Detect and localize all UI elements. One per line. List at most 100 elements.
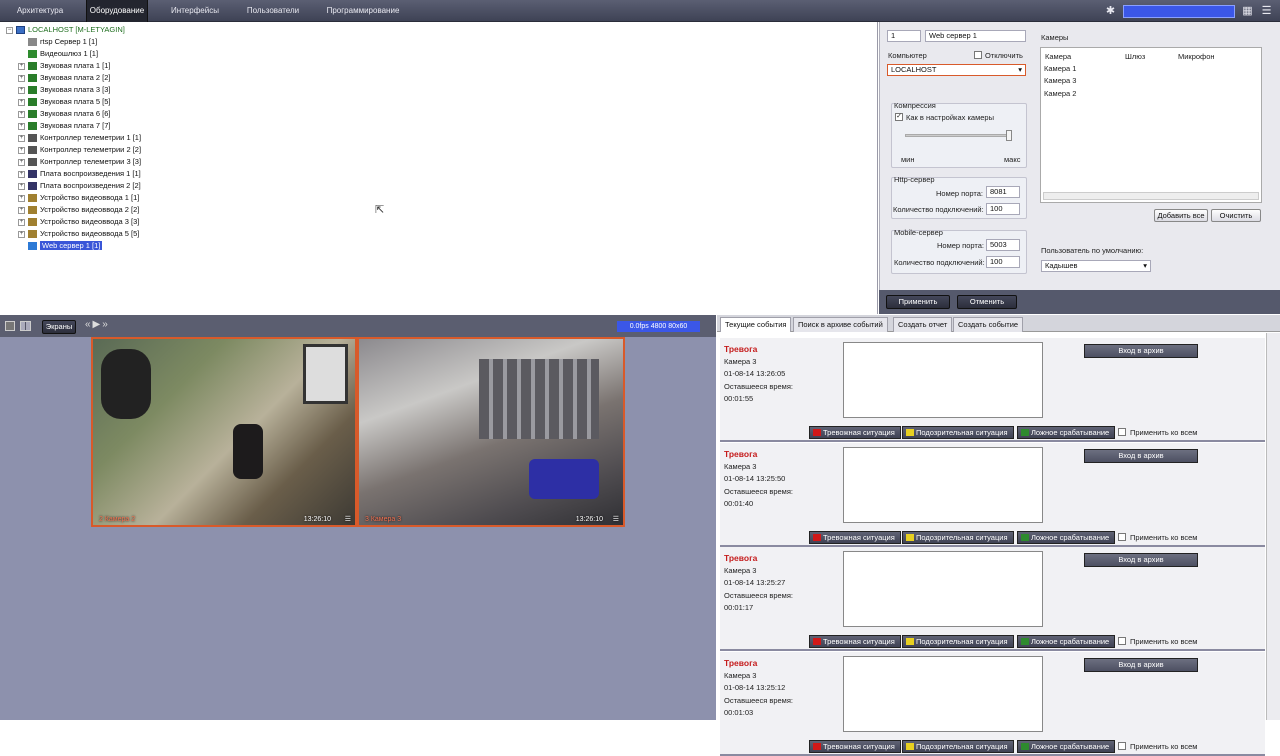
- menu-programming[interactable]: Программирование: [320, 0, 406, 22]
- http-conn-input[interactable]: 100: [986, 203, 1020, 215]
- suspicious-button[interactable]: Подозрительная ситуация: [902, 426, 1014, 439]
- menu-interfaces[interactable]: Интерфейсы: [164, 0, 226, 22]
- id-field[interactable]: 1: [887, 30, 921, 42]
- event-snapshot[interactable]: [843, 655, 1043, 732]
- grid-view-icon[interactable]: [20, 321, 31, 331]
- disable-checkbox[interactable]: [974, 51, 982, 59]
- suspicious-button[interactable]: Подозрительная ситуация: [902, 739, 1014, 753]
- search-input[interactable]: [1123, 5, 1235, 18]
- tree-item[interactable]: +Видеошлюз 1 [1]: [18, 48, 98, 60]
- gear-icon[interactable]: ✱: [1103, 4, 1118, 19]
- tree-item[interactable]: + Плата воспроизведения 2 [2]: [18, 180, 141, 192]
- list-item[interactable]: Камера 3: [1044, 76, 1076, 85]
- default-user-select[interactable]: Кадышев ▾: [1041, 260, 1151, 272]
- compression-slider[interactable]: [905, 134, 1011, 137]
- tree-item[interactable]: + Звуковая плата 5 [5]: [18, 96, 111, 108]
- menu-icon[interactable]: ☰: [345, 515, 351, 523]
- alarm-button[interactable]: Тревожная ситуация: [809, 426, 901, 439]
- add-all-button[interactable]: Добавить все: [1154, 209, 1208, 222]
- apply-button[interactable]: Применить: [886, 295, 950, 309]
- suspicious-button[interactable]: Подозрительная ситуация: [902, 530, 1014, 544]
- false-alarm-button[interactable]: Ложное срабатывание: [1017, 739, 1115, 753]
- tree-item[interactable]: + Звуковая плата 7 [7]: [18, 120, 111, 132]
- expand-icon[interactable]: +: [18, 86, 25, 94]
- event-snapshot[interactable]: [843, 446, 1043, 523]
- tree-item[interactable]: + Звуковая плата 1 [1]: [18, 60, 111, 72]
- archive-button[interactable]: Вход в архив: [1084, 553, 1198, 567]
- mobile-conn-input[interactable]: 100: [986, 256, 1020, 268]
- cancel-button[interactable]: Отменить: [957, 295, 1017, 309]
- tab-create-report[interactable]: Создать отчет: [893, 317, 953, 332]
- tree-item[interactable]: +rtsp Сервер 1 [1]: [18, 36, 97, 48]
- archive-button[interactable]: Вход в архив: [1084, 448, 1198, 463]
- false-alarm-button[interactable]: Ложное срабатывание: [1017, 530, 1115, 544]
- as-camera-checkbox[interactable]: ✓: [895, 113, 903, 121]
- playback-controls[interactable]: «▶»: [85, 319, 110, 330]
- apply-all-checkbox[interactable]: [1118, 428, 1126, 436]
- expand-icon[interactable]: +: [18, 146, 25, 154]
- expand-icon[interactable]: +: [18, 182, 25, 190]
- suspicious-button[interactable]: Подозрительная ситуация: [902, 635, 1014, 648]
- menu-icon[interactable]: ☰: [613, 515, 619, 523]
- tree-item[interactable]: + Устройство видеоввода 3 [3]: [18, 216, 139, 228]
- expand-icon[interactable]: +: [18, 230, 25, 238]
- tree-item[interactable]: + Устройство видеоввода 2 [2]: [18, 204, 139, 216]
- tree-item[interactable]: + Контроллер телеметрии 3 [3]: [18, 156, 141, 168]
- event-snapshot[interactable]: [843, 342, 1043, 418]
- menu-equipment[interactable]: Оборудование: [86, 0, 148, 22]
- expand-icon[interactable]: +: [18, 218, 25, 226]
- tree-item[interactable]: + Звуковая плата 2 [2]: [18, 72, 111, 84]
- grid-icon[interactable]: ▦: [1240, 4, 1255, 19]
- apply-all-checkbox[interactable]: [1118, 532, 1126, 541]
- menu-users[interactable]: Пользователи: [240, 0, 306, 22]
- tree-item[interactable]: + Устройство видеоввода 5 [5]: [18, 228, 139, 240]
- apply-all-checkbox[interactable]: [1118, 741, 1126, 750]
- tree-item[interactable]: +Web сервер 1 [1]: [18, 240, 103, 252]
- tab-current-events[interactable]: Текущие события: [720, 317, 792, 332]
- expand-icon[interactable]: +: [18, 194, 25, 202]
- expand-icon[interactable]: +: [18, 134, 25, 142]
- false-alarm-button[interactable]: Ложное срабатывание: [1017, 635, 1115, 648]
- tab-create-event[interactable]: Создать событие: [953, 317, 1024, 332]
- alarm-button[interactable]: Тревожная ситуация: [809, 635, 901, 648]
- single-view-icon[interactable]: [5, 321, 15, 331]
- archive-button[interactable]: Вход в архив: [1084, 344, 1198, 358]
- tree-root[interactable]: − LOCALHOST [M-LETYAGIN]: [6, 24, 125, 36]
- event-snapshot[interactable]: [843, 551, 1043, 627]
- name-field[interactable]: Web сервер 1: [925, 30, 1026, 42]
- clear-button[interactable]: Очистить: [1211, 209, 1261, 222]
- slider-handle[interactable]: [1006, 130, 1012, 141]
- tree-item[interactable]: + Контроллер телеметрии 2 [2]: [18, 144, 141, 156]
- tree-item[interactable]: + Устройство видеоввода 1 [1]: [18, 192, 139, 204]
- expand-icon[interactable]: +: [18, 206, 25, 214]
- screens-button[interactable]: Экраны: [42, 320, 76, 334]
- menu-icon[interactable]: ☰: [1259, 4, 1274, 19]
- computer-select[interactable]: LOCALHOST ▾: [887, 64, 1026, 76]
- menu-architecture[interactable]: Архитектура: [8, 0, 72, 22]
- tab-archive-search[interactable]: Поиск в архиве событий: [793, 317, 888, 332]
- tree-item[interactable]: + Контроллер телеметрии 1 [1]: [18, 132, 141, 144]
- alarm-button[interactable]: Тревожная ситуация: [809, 739, 901, 753]
- camera-view-3[interactable]: 3 Камера 3 13:26:10 ☰: [357, 337, 625, 527]
- list-item[interactable]: Камера 2: [1044, 89, 1076, 98]
- false-alarm-button[interactable]: Ложное срабатывание: [1017, 426, 1115, 439]
- expand-icon[interactable]: +: [18, 110, 25, 118]
- mobile-port-input[interactable]: 5003: [986, 239, 1020, 251]
- alarm-button[interactable]: Тревожная ситуация: [809, 530, 901, 544]
- expand-icon[interactable]: +: [18, 74, 25, 82]
- vertical-scrollbar[interactable]: [1266, 333, 1280, 720]
- http-port-input[interactable]: 8081: [986, 186, 1020, 198]
- list-item[interactable]: Камера 1: [1044, 64, 1076, 73]
- cameras-list[interactable]: Камера Шлюз Микрофон Камера 1 Камера 3 К…: [1040, 47, 1262, 203]
- tree-item[interactable]: + Звуковая плата 3 [3]: [18, 84, 111, 96]
- expand-icon[interactable]: +: [18, 158, 25, 166]
- apply-all-checkbox[interactable]: [1118, 637, 1126, 645]
- expand-icon[interactable]: +: [18, 170, 25, 178]
- expand-icon[interactable]: +: [18, 62, 25, 70]
- horizontal-scrollbar[interactable]: [1043, 192, 1259, 200]
- camera-view-2[interactable]: 2 Камера 2 13:26:10 ☰: [91, 337, 357, 527]
- archive-button[interactable]: Вход в архив: [1084, 657, 1198, 672]
- tree-item[interactable]: + Плата воспроизведения 1 [1]: [18, 168, 141, 180]
- expand-icon[interactable]: +: [18, 98, 25, 106]
- tree-item[interactable]: + Звуковая плата 6 [6]: [18, 108, 111, 120]
